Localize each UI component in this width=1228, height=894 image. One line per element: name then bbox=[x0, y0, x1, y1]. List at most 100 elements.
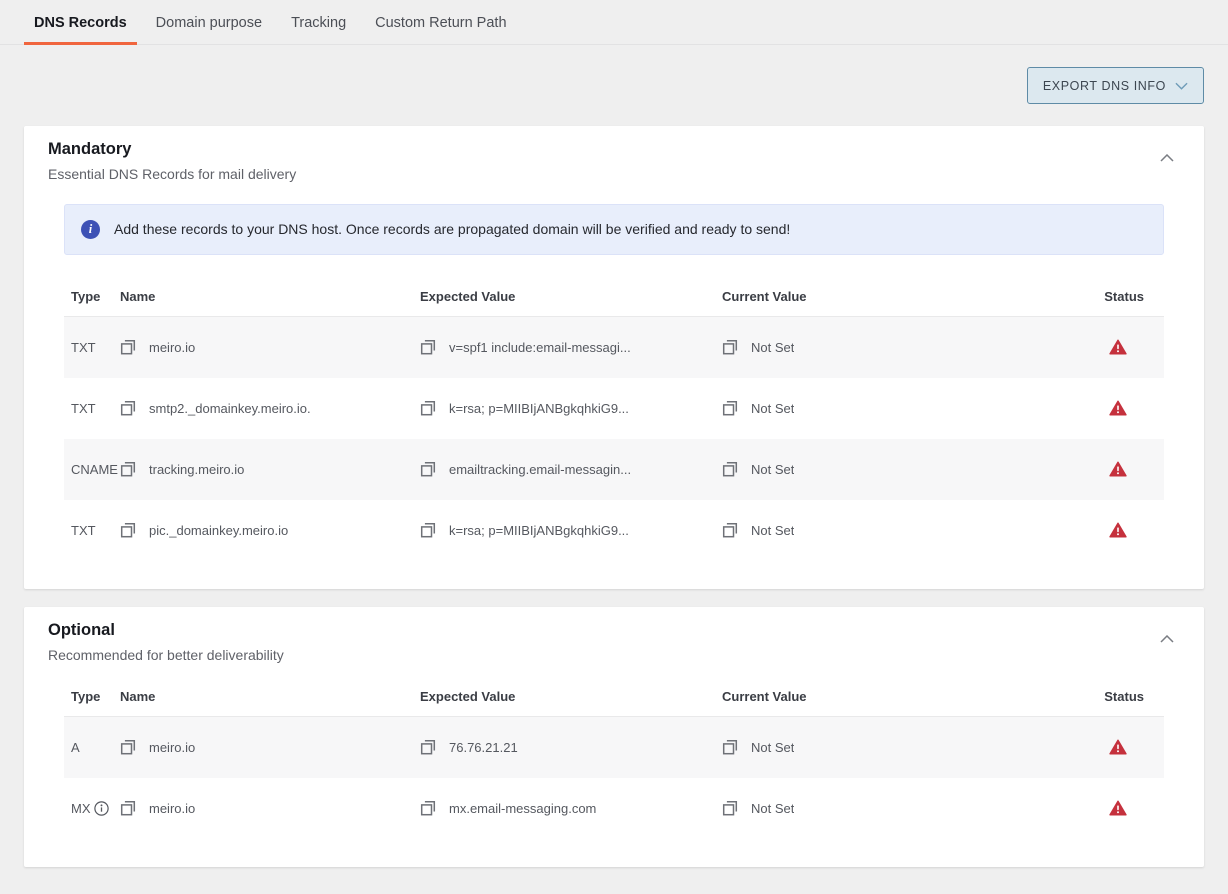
expected-value: k=rsa; p=MIIBIjANBgkqhkiG9... bbox=[449, 401, 629, 416]
info-banner-text: Add these records to your DNS host. Once… bbox=[114, 221, 790, 237]
copy-icon[interactable] bbox=[420, 461, 436, 477]
warning-icon bbox=[1109, 522, 1127, 538]
optional-section-card: Optional Recommended for better delivera… bbox=[24, 607, 1204, 867]
tab-custom-return-path[interactable]: Custom Return Path bbox=[365, 0, 516, 45]
section-title: Mandatory bbox=[48, 140, 296, 160]
warning-icon bbox=[1109, 739, 1127, 755]
collapse-toggle-icon[interactable] bbox=[1154, 146, 1180, 170]
chevron-down-icon bbox=[1175, 82, 1188, 90]
info-icon: i bbox=[81, 220, 100, 239]
column-status: Status bbox=[1022, 289, 1164, 304]
export-dns-info-button[interactable]: EXPORT DNS INFO bbox=[1027, 67, 1204, 104]
copy-icon[interactable] bbox=[722, 461, 738, 477]
current-value: Not Set bbox=[751, 401, 794, 416]
copy-icon[interactable] bbox=[722, 400, 738, 416]
column-current-value: Current Value bbox=[722, 689, 1022, 704]
info-circle-icon[interactable] bbox=[94, 801, 109, 816]
current-value: Not Set bbox=[751, 340, 794, 355]
toolbar: EXPORT DNS INFO bbox=[0, 45, 1228, 104]
record-name: meiro.io bbox=[149, 340, 195, 355]
current-value-cell: Not Set bbox=[722, 339, 1022, 355]
info-banner: i Add these records to your DNS host. On… bbox=[64, 204, 1164, 255]
table-row: TXT meiro.io v=spf1 include:email-messag… bbox=[64, 317, 1164, 378]
current-value-cell: Not Set bbox=[722, 461, 1022, 477]
record-status-cell bbox=[1022, 339, 1164, 355]
tab-bar: DNS Records Domain purpose Tracking Cust… bbox=[0, 0, 1228, 45]
expected-value-cell: emailtracking.email-messagin... bbox=[420, 461, 722, 477]
expected-value: mx.email-messaging.com bbox=[449, 801, 596, 816]
current-value-cell: Not Set bbox=[722, 400, 1022, 416]
column-expected-value: Expected Value bbox=[420, 289, 722, 304]
copy-icon[interactable] bbox=[420, 522, 436, 538]
record-status-cell bbox=[1022, 400, 1164, 416]
record-status-cell bbox=[1022, 800, 1164, 816]
record-name: pic._domainkey.meiro.io bbox=[149, 523, 288, 538]
current-value: Not Set bbox=[751, 801, 794, 816]
record-name: tracking.meiro.io bbox=[149, 462, 244, 477]
record-type: MX bbox=[64, 800, 120, 816]
copy-icon[interactable] bbox=[120, 522, 136, 538]
warning-icon bbox=[1109, 461, 1127, 477]
copy-icon[interactable] bbox=[120, 461, 136, 477]
collapse-toggle-icon[interactable] bbox=[1154, 627, 1180, 651]
record-name-cell: meiro.io bbox=[120, 339, 420, 355]
copy-icon[interactable] bbox=[420, 800, 436, 816]
record-type: A bbox=[64, 740, 120, 755]
expected-value-cell: k=rsa; p=MIIBIjANBgkqhkiG9... bbox=[420, 522, 722, 538]
record-name: meiro.io bbox=[149, 740, 195, 755]
optional-card-header: Optional Recommended for better delivera… bbox=[48, 621, 1180, 663]
table-header: Type Name Expected Value Current Value S… bbox=[64, 679, 1164, 717]
copy-icon[interactable] bbox=[120, 800, 136, 816]
dns-records-table: Type Name Expected Value Current Value S… bbox=[64, 279, 1164, 561]
current-value-cell: Not Set bbox=[722, 739, 1022, 755]
copy-icon[interactable] bbox=[722, 522, 738, 538]
copy-icon[interactable] bbox=[722, 339, 738, 355]
dns-records-table: Type Name Expected Value Current Value S… bbox=[64, 679, 1164, 839]
copy-icon[interactable] bbox=[120, 339, 136, 355]
record-type: TXT bbox=[64, 340, 120, 355]
current-value-cell: Not Set bbox=[722, 800, 1022, 816]
copy-icon[interactable] bbox=[120, 739, 136, 755]
table-header: Type Name Expected Value Current Value S… bbox=[64, 279, 1164, 317]
copy-icon[interactable] bbox=[420, 739, 436, 755]
copy-icon[interactable] bbox=[722, 739, 738, 755]
record-name: meiro.io bbox=[149, 801, 195, 816]
table-row: A meiro.io 76.76.21.21 Not Set bbox=[64, 717, 1164, 778]
copy-icon[interactable] bbox=[420, 400, 436, 416]
table-row: MX meiro.io mx.email-messaging.com Not S… bbox=[64, 778, 1164, 839]
column-status: Status bbox=[1022, 689, 1164, 704]
record-name-cell: smtp2._domainkey.meiro.io. bbox=[120, 400, 420, 416]
section-subtitle: Recommended for better deliverability bbox=[48, 647, 284, 663]
column-expected-value: Expected Value bbox=[420, 689, 722, 704]
column-type: Type bbox=[64, 689, 120, 704]
table-row: CNAME tracking.meiro.io emailtracking.em… bbox=[64, 439, 1164, 500]
column-name: Name bbox=[120, 689, 420, 704]
record-type: TXT bbox=[64, 523, 120, 538]
record-type: CNAME bbox=[64, 462, 120, 477]
record-type: TXT bbox=[64, 401, 120, 416]
current-value: Not Set bbox=[751, 462, 794, 477]
copy-icon[interactable] bbox=[420, 339, 436, 355]
tab-domain-purpose[interactable]: Domain purpose bbox=[146, 0, 272, 45]
copy-icon[interactable] bbox=[120, 400, 136, 416]
expected-value-cell: v=spf1 include:email-messagi... bbox=[420, 339, 722, 355]
expected-value: k=rsa; p=MIIBIjANBgkqhkiG9... bbox=[449, 523, 629, 538]
copy-icon[interactable] bbox=[722, 800, 738, 816]
record-status-cell bbox=[1022, 522, 1164, 538]
section-subtitle: Essential DNS Records for mail delivery bbox=[48, 166, 296, 182]
warning-icon bbox=[1109, 339, 1127, 355]
table-row: TXT smtp2._domainkey.meiro.io. k=rsa; p=… bbox=[64, 378, 1164, 439]
tab-tracking[interactable]: Tracking bbox=[281, 0, 356, 45]
record-name-cell: meiro.io bbox=[120, 739, 420, 755]
tab-dns-records[interactable]: DNS Records bbox=[24, 0, 137, 45]
column-type: Type bbox=[64, 289, 120, 304]
record-name-cell: meiro.io bbox=[120, 800, 420, 816]
record-name: smtp2._domainkey.meiro.io. bbox=[149, 401, 311, 416]
current-value: Not Set bbox=[751, 523, 794, 538]
mandatory-card-header: Mandatory Essential DNS Records for mail… bbox=[48, 140, 1180, 182]
expected-value: 76.76.21.21 bbox=[449, 740, 518, 755]
section-title: Optional bbox=[48, 621, 284, 641]
current-value: Not Set bbox=[751, 740, 794, 755]
record-status-cell bbox=[1022, 461, 1164, 477]
expected-value: emailtracking.email-messagin... bbox=[449, 462, 631, 477]
